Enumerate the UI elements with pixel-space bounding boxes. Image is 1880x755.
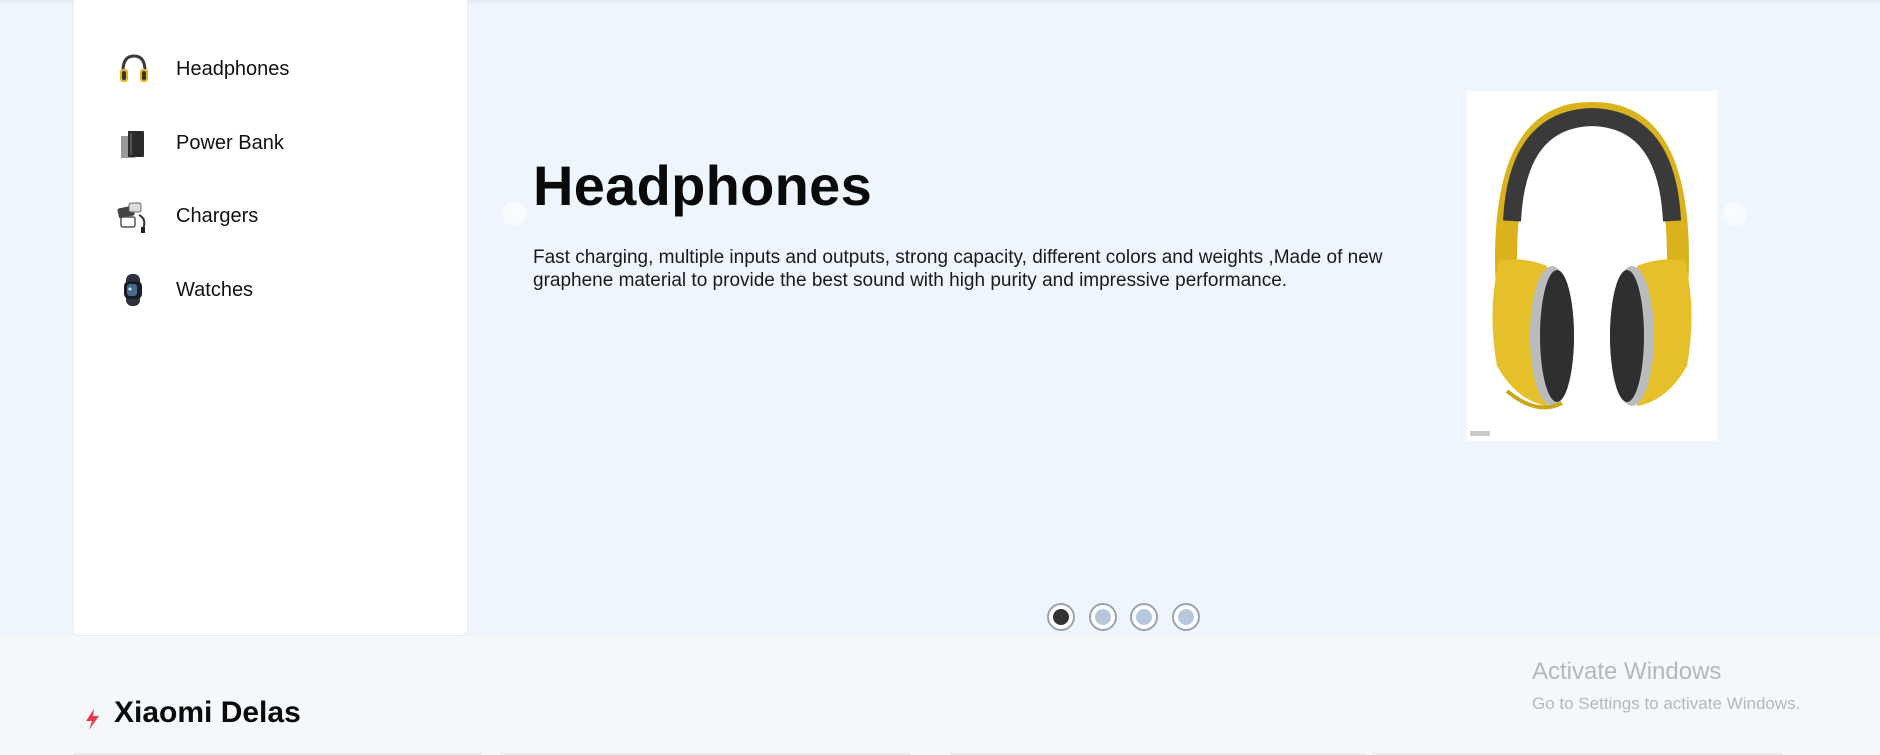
- chevron-left-icon: ‹: [511, 205, 517, 222]
- deals-title: Xiaomi Delas: [114, 696, 301, 729]
- carousel-dot-1[interactable]: [1047, 603, 1075, 631]
- carousel-pagination: [1047, 603, 1213, 631]
- sidebar-item-chargers[interactable]: Chargers: [115, 194, 258, 238]
- lightning-icon: [82, 707, 104, 731]
- chargers-icon: [115, 197, 153, 235]
- carousel-prev-button[interactable]: ‹: [502, 202, 526, 226]
- chevron-right-icon: ›: [1732, 205, 1738, 222]
- sidebar-item-power-bank[interactable]: Power Bank: [115, 121, 284, 165]
- watermark-title: Activate Windows: [1532, 658, 1722, 685]
- sidebar-item-watches[interactable]: Watches: [115, 268, 253, 312]
- slide-description: Fast charging, multiple inputs and outpu…: [533, 247, 1383, 291]
- carousel-dot-4[interactable]: [1171, 603, 1200, 631]
- headphones-icon: [115, 50, 153, 88]
- power-bank-icon: [115, 124, 153, 162]
- slide-title: Headphones: [533, 154, 873, 217]
- product-image: [1467, 91, 1717, 441]
- sidebar-item-label: Chargers: [176, 204, 259, 227]
- carousel-next-button[interactable]: ›: [1723, 202, 1747, 226]
- watermark-subtitle: Go to Settings to activate Windows.: [1532, 694, 1801, 713]
- sidebar-item-label: Power Bank: [176, 131, 284, 154]
- sidebar-item-headphones[interactable]: Headphones: [115, 47, 289, 91]
- carousel-dot-2[interactable]: [1088, 603, 1117, 631]
- carousel-dot-3[interactable]: [1130, 603, 1158, 631]
- category-sidebar: Headphones Power Bank Chargers Watches: [74, 0, 467, 635]
- watch-icon: [115, 271, 153, 309]
- windows-activation-watermark: Activate Windows Go to Settings to activ…: [1532, 658, 1800, 714]
- sidebar-item-label: Headphones: [176, 57, 290, 80]
- sidebar-item-label: Watches: [176, 278, 254, 301]
